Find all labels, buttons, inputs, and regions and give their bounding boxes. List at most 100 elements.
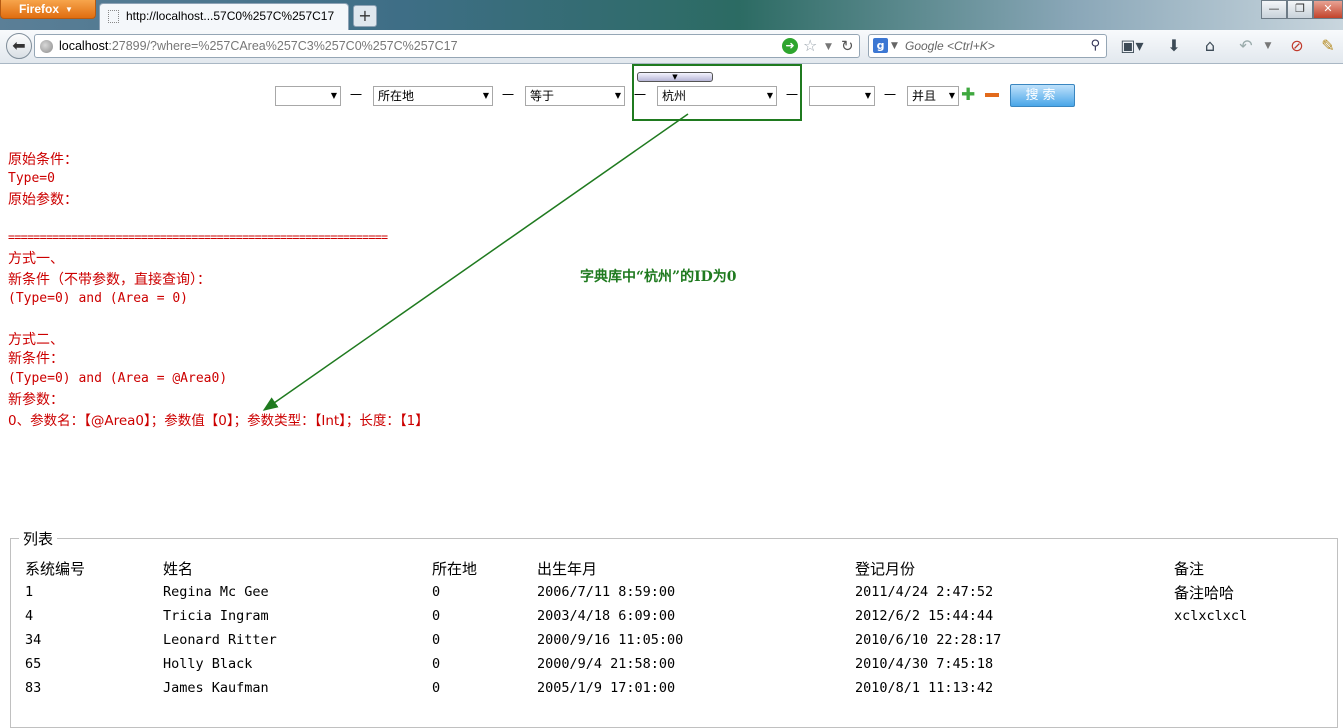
cell-id: 65 <box>25 656 42 672</box>
chevron-down-icon: ▼ <box>482 91 489 100</box>
operator-select[interactable]: 等于 ▼ <box>525 86 625 106</box>
dropdown-toggle-button[interactable]: ▼ <box>637 72 713 82</box>
new-tab-button[interactable]: + <box>353 5 377 27</box>
addon-icon[interactable]: ✎ <box>1318 35 1338 57</box>
col-header-remark: 备注 <box>1174 560 1205 578</box>
search-bar[interactable]: g ▼ Google <Ctrl+K> ⚲ <box>868 34 1107 58</box>
cell-birth: 2003/4/18 6:09:00 <box>537 608 676 624</box>
col-header-name: 姓名 <box>163 560 194 578</box>
close-paren-select[interactable]: ▼ <box>809 86 875 106</box>
cell-area: 0 <box>432 656 441 672</box>
google-icon[interactable]: g <box>873 38 888 53</box>
cell-reg: 2010/8/1 11:13:42 <box>855 680 994 696</box>
search-icon[interactable]: ⚲ <box>1090 35 1100 57</box>
url-text: localhost:27899/?where=%257CArea%257C3%2… <box>59 35 458 57</box>
cell-area: 0 <box>432 608 441 624</box>
method2-cond-value: (Type=0) and (Area = @Area0) <box>8 371 228 386</box>
value-select-value: 杭州 <box>662 89 687 103</box>
list-legend: 列表 <box>23 530 54 548</box>
reload-icon[interactable]: ↻ <box>841 35 854 57</box>
maximize-button[interactable]: ❐ <box>1287 0 1313 19</box>
method1-title: 方式一、 <box>8 251 64 267</box>
separator: 一 <box>634 88 647 102</box>
go-arrow-icon[interactable]: ➜ <box>782 38 798 54</box>
cell-reg: 2010/6/10 22:28:17 <box>855 632 1002 648</box>
window-titlebar: Firefox ▼ http://localhost...57C0%257C%25… <box>0 0 1343 30</box>
cell-area: 0 <box>432 584 441 600</box>
url-host: localhost <box>59 39 109 53</box>
cell-reg: 2012/6/2 15:44:44 <box>855 608 994 624</box>
close-window-button[interactable]: ✕ <box>1313 0 1343 19</box>
chevron-down-icon: ▼ <box>614 91 621 100</box>
cell-id: 83 <box>25 680 42 696</box>
minimize-button[interactable]: — <box>1261 0 1287 19</box>
navigation-toolbar: ⬅ localhost:27899/?where=%257CArea%257C3… <box>0 30 1343 64</box>
chevron-down-icon: ▼ <box>864 91 871 100</box>
undo-icon[interactable]: ↶ <box>1236 35 1256 57</box>
separator: 一 <box>502 88 515 102</box>
url-path: :27899/?where=%257CArea%257C3%257C0%257C… <box>108 39 458 53</box>
col-header-area: 所在地 <box>432 560 478 578</box>
cell-reg: 2011/4/24 2:47:52 <box>855 584 994 600</box>
orig-cond-label: 原始条件： <box>8 152 78 168</box>
value-select[interactable]: 杭州 ▼ <box>657 86 777 106</box>
logic-select-value: 并且 <box>912 89 937 103</box>
cell-name: James Kaufman <box>163 680 269 696</box>
divider-line: ========================================… <box>8 230 388 244</box>
cell-birth: 2006/7/11 8:59:00 <box>537 584 676 600</box>
cell-remark: 备注哈哈 <box>1174 584 1235 602</box>
logic-select[interactable]: 并且 ▼ <box>907 86 959 106</box>
downloads-icon[interactable]: ⬇ <box>1164 35 1184 57</box>
chevron-down-icon: ▼ <box>65 5 73 14</box>
cell-area: 0 <box>432 632 441 648</box>
annotation-note: 字典库中“杭州”的ID为0 <box>580 269 737 285</box>
remove-condition-icon[interactable] <box>985 93 999 97</box>
home-icon[interactable]: ⌂ <box>1199 35 1221 57</box>
col-header-reg: 登记月份 <box>855 560 916 578</box>
col-header-birth: 出生年月 <box>537 560 598 578</box>
separator: 一 <box>786 88 799 102</box>
page-icon <box>108 10 119 23</box>
cell-reg: 2010/4/30 7:45:18 <box>855 656 994 672</box>
firefox-menu-label: Firefox <box>19 2 60 16</box>
method2-cond-label: 新条件： <box>8 351 64 367</box>
search-button[interactable]: 搜索 <box>1010 84 1075 107</box>
separator: 一 <box>884 88 897 102</box>
search-placeholder: Google <Ctrl+K> <box>905 39 995 53</box>
list-fieldset: 列表 <box>10 528 1338 728</box>
triangle-down-icon: ▼ <box>672 73 678 81</box>
open-paren-select[interactable]: ▼ <box>275 86 341 106</box>
method1-value: (Type=0) and (Area = 0) <box>8 291 189 306</box>
search-engine-dropdown-icon[interactable]: ▼ <box>891 35 898 57</box>
back-button[interactable]: ⬅ <box>6 33 32 59</box>
url-bar[interactable]: localhost:27899/?where=%257CArea%257C3%2… <box>34 34 860 58</box>
cell-birth: 2000/9/4 21:58:00 <box>537 656 676 672</box>
filter-row: ▼ 一 所在地 ▼ 一 等于 ▼ 一 杭州 ▼ 一 ▼ 一 并且 ▼ ✚ 搜索 <box>0 84 1343 108</box>
blocker-icon[interactable]: ⊘ <box>1287 35 1307 57</box>
cell-name: Tricia Ingram <box>163 608 269 624</box>
chevron-down-icon: ▼ <box>948 91 955 100</box>
cell-birth: 2000/9/16 11:05:00 <box>537 632 684 648</box>
bookmark-star-icon[interactable]: ☆ <box>803 36 817 56</box>
chevron-down-icon: ▼ <box>330 91 337 100</box>
method1-label: 新条件（不带参数，直接查询）： <box>8 272 211 288</box>
bookmarks-menu-icon[interactable]: ▣▾ <box>1118 35 1146 57</box>
field-select[interactable]: 所在地 ▼ <box>373 86 493 106</box>
cell-remark: xclxclxcl <box>1174 608 1248 624</box>
field-select-value: 所在地 <box>378 89 415 103</box>
method2-params-label: 新参数： <box>8 392 64 408</box>
firefox-menu-button[interactable]: Firefox ▼ <box>0 0 96 19</box>
separator: 一 <box>350 88 363 102</box>
add-condition-icon[interactable]: ✚ <box>961 87 975 104</box>
method2-title: 方式二、 <box>8 332 64 348</box>
col-header-id: 系统编号 <box>25 560 86 578</box>
cell-birth: 2005/1/9 17:01:00 <box>537 680 676 696</box>
orig-cond-value: Type=0 <box>8 171 55 186</box>
cell-id: 1 <box>25 584 34 600</box>
browser-tab[interactable]: http://localhost...57C0%257C%257C17 <box>99 3 349 30</box>
undo-dropdown-icon[interactable]: ▼ <box>1262 35 1274 57</box>
arrow-left-icon: ⬅ <box>12 36 26 55</box>
globe-icon <box>40 40 53 53</box>
tab-title: http://localhost...57C0%257C%257C17 <box>126 9 335 23</box>
history-dropdown-icon[interactable]: ▼ <box>825 36 832 58</box>
